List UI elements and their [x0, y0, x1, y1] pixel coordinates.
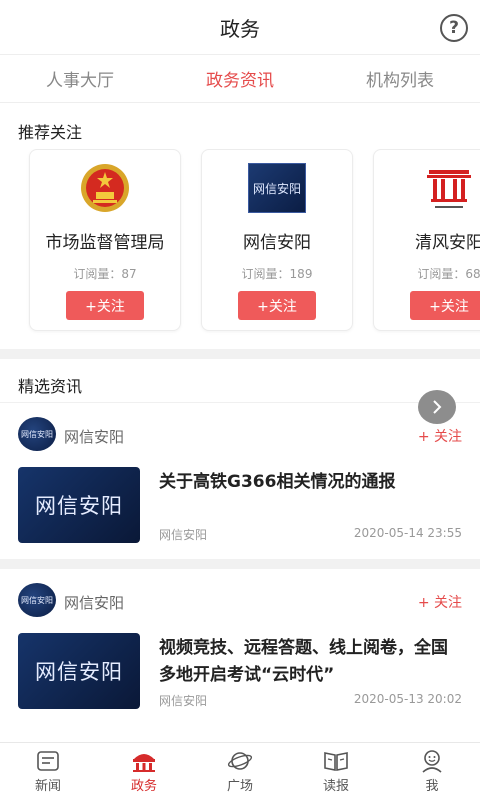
recommend-card[interactable]: 网信安阳 网信安阳 订阅量：189 +关注	[201, 149, 353, 331]
newspaper-book-icon	[323, 749, 349, 773]
tab-personnel-hall[interactable]: 人事大厅	[0, 55, 160, 102]
nav-label: 读报	[322, 779, 349, 794]
help-icon[interactable]: ?	[440, 14, 468, 42]
section-divider	[0, 559, 480, 569]
tab-bar: 人事大厅 政务资讯 机构列表	[0, 55, 480, 103]
recommend-carousel[interactable]: 市场监督管理局 订阅量：87 +关注 网信安阳 网信安阳 订阅量：189 +关注…	[0, 149, 480, 349]
recommend-card-subscriptions: 订阅量：189	[241, 267, 313, 281]
recommend-section-title: 推荐关注	[18, 123, 83, 142]
nav-item-government[interactable]: 政务	[96, 743, 192, 800]
qingfeng-logo-icon	[420, 162, 478, 214]
bottom-navigation: 新闻 政务 广场 读报 我	[0, 742, 480, 800]
government-icon	[131, 749, 157, 773]
news-timestamp: 2020-05-14 23:55	[353, 526, 462, 540]
wangxin-anyang-logo: 网信安阳	[248, 162, 306, 214]
news-headline[interactable]: 关于高铁G366相关情况的通报	[159, 469, 462, 496]
chevron-right-icon[interactable]	[418, 390, 456, 424]
tab-government-news[interactable]: 政务资讯	[160, 55, 320, 102]
news-item[interactable]: 网信安阳 网信安阳 + 关注 网信安阳 关于高铁G366相关情况的通报 网信安阳…	[0, 403, 480, 559]
nav-label: 广场	[226, 779, 253, 794]
national-emblem-icon	[76, 162, 134, 214]
news-icon	[35, 749, 61, 773]
news-meta-source: 网信安阳	[159, 528, 208, 542]
follow-link[interactable]: + 关注	[418, 592, 462, 612]
follow-link[interactable]: + 关注	[418, 426, 462, 446]
follow-button[interactable]: +关注	[410, 291, 480, 320]
recommend-card-subscriptions: 订阅量：87	[73, 267, 137, 281]
nav-item-read-paper[interactable]: 读报	[288, 743, 384, 800]
recommend-card-subscriptions: 订阅量：68	[417, 267, 480, 281]
follow-button[interactable]: +关注	[66, 291, 144, 320]
news-thumbnail[interactable]: 网信安阳	[18, 467, 140, 543]
section-divider	[0, 349, 480, 359]
recommend-card-name: 市场监督管理局	[45, 233, 165, 253]
page-title: 政务	[220, 16, 260, 41]
top-bar: 政务 ?	[0, 0, 480, 55]
nav-item-square[interactable]: 广场	[192, 743, 288, 800]
recommend-card[interactable]: 市场监督管理局 订阅量：87 +关注	[29, 149, 181, 331]
recommend-card-name: 清风安阳	[415, 233, 480, 253]
news-headline[interactable]: 视频竞技、远程答题、线上阅卷，全国多地开启考试“云时代”	[159, 635, 462, 689]
news-item[interactable]: 网信安阳 网信安阳 + 关注 网信安阳 视频竞技、远程答题、线上阅卷，全国多地开…	[0, 569, 480, 725]
source-name[interactable]: 网信安阳	[64, 592, 124, 613]
planet-icon	[227, 749, 253, 773]
nav-label: 新闻	[34, 779, 61, 794]
recommend-card[interactable]: 清风安阳 订阅量：68 +关注	[373, 149, 480, 331]
news-timestamp: 2020-05-13 20:02	[353, 692, 462, 706]
tab-agency-list[interactable]: 机构列表	[320, 55, 480, 102]
news-meta-source: 网信安阳	[159, 694, 208, 708]
source-name[interactable]: 网信安阳	[64, 426, 124, 447]
selected-news-title: 精选资讯	[0, 359, 480, 403]
follow-button[interactable]: +关注	[238, 291, 316, 320]
source-avatar[interactable]: 网信安阳	[18, 583, 56, 617]
news-thumbnail[interactable]: 网信安阳	[18, 633, 140, 709]
profile-icon	[419, 749, 445, 773]
recommend-card-name: 网信安阳	[243, 233, 311, 253]
nav-item-me[interactable]: 我	[384, 743, 480, 800]
nav-label: 我	[425, 779, 439, 794]
nav-item-news[interactable]: 新闻	[0, 743, 96, 800]
nav-label: 政务	[130, 779, 157, 794]
wangxin-logo-text: 网信安阳	[248, 163, 306, 213]
source-avatar[interactable]: 网信安阳	[18, 417, 56, 451]
